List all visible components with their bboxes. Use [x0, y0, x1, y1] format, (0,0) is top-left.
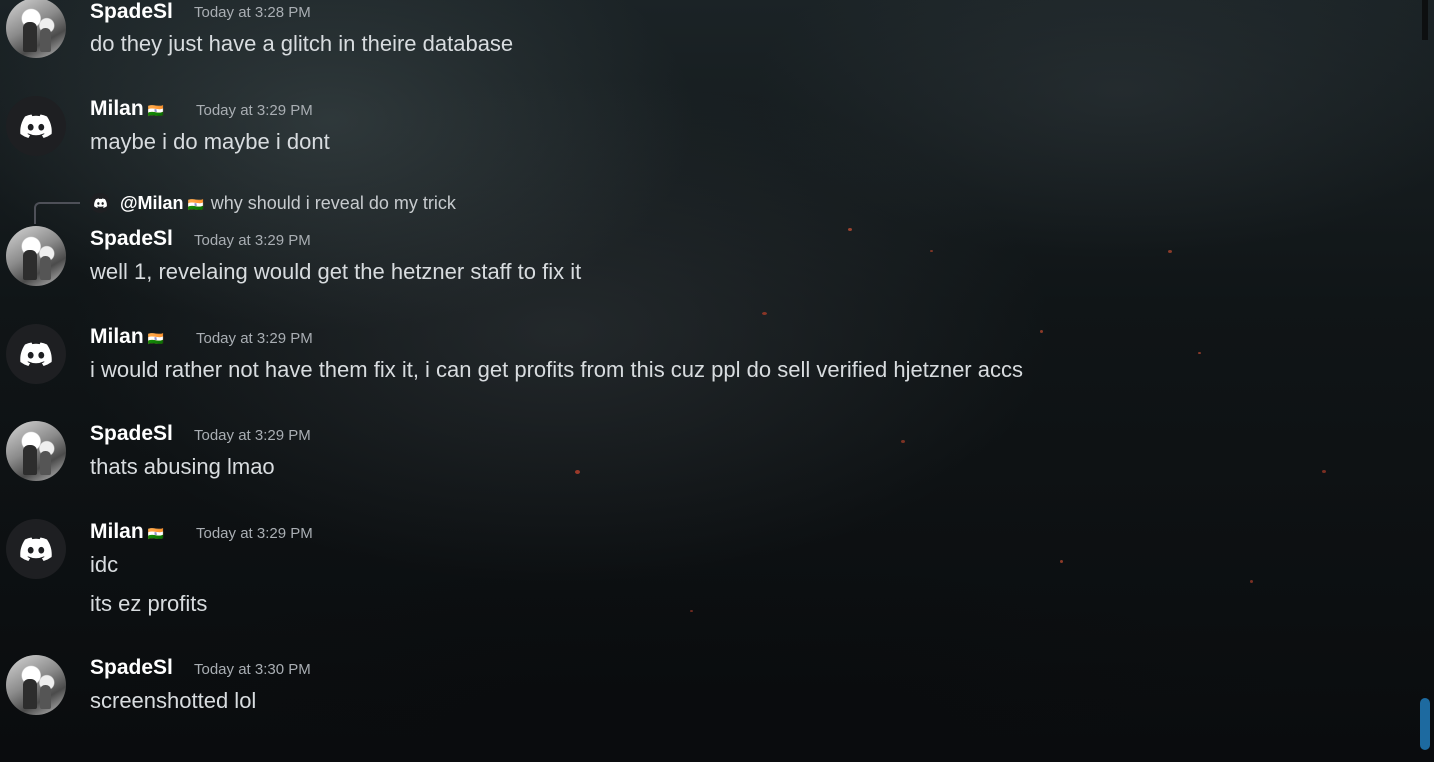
reply-text: why should i reveal do my trick [210, 192, 456, 213]
reply-mention[interactable]: @Milan 🇮🇳 [120, 193, 205, 214]
avatar[interactable] [6, 226, 66, 286]
avatar[interactable] [6, 655, 66, 715]
timestamp: Today at 3:28 PM [194, 4, 311, 21]
scrollbar-thumb[interactable] [1420, 698, 1430, 750]
flag-icon: 🇮🇳 [147, 103, 165, 118]
timestamp: Today at 3:29 PM [196, 102, 313, 119]
message-text: well 1, revelaing would get the hetzner … [90, 259, 582, 284]
flag-icon: 🇮🇳 [147, 526, 165, 541]
flag-icon: 🇮🇳 [147, 331, 165, 346]
avatar[interactable] [6, 324, 66, 384]
message-text: idc [90, 552, 119, 577]
username[interactable]: Milan 🇮🇳 [90, 97, 165, 121]
reply-connector [34, 202, 80, 224]
message-text: screenshotted lol [90, 688, 257, 713]
timestamp: Today at 3:29 PM [194, 427, 311, 444]
timestamp: Today at 3:29 PM [196, 330, 313, 347]
discord-icon [90, 193, 110, 213]
message-text: maybe i do maybe i dont [90, 129, 330, 154]
discord-icon [20, 114, 52, 138]
username[interactable]: SpadeSl [90, 656, 173, 680]
avatar[interactable] [6, 96, 66, 156]
reply-preview[interactable]: @Milan 🇮🇳 why should i reveal do my trick [90, 192, 456, 214]
timestamp: Today at 3:29 PM [194, 232, 311, 249]
scrollbar-track [1422, 0, 1428, 40]
username[interactable]: SpadeSl [90, 422, 173, 446]
flag-icon: 🇮🇳 [187, 196, 205, 212]
message-text: do they just have a glitch in theire dat… [90, 31, 514, 56]
avatar[interactable] [6, 421, 66, 481]
timestamp: Today at 3:30 PM [194, 661, 311, 678]
message-text: thats abusing lmao [90, 454, 275, 479]
username[interactable]: SpadeSl [90, 0, 173, 24]
username[interactable]: Milan 🇮🇳 [90, 520, 165, 544]
message-text: its ez profits [90, 591, 208, 616]
username[interactable]: Milan 🇮🇳 [90, 325, 165, 349]
discord-icon [20, 342, 52, 366]
timestamp: Today at 3:29 PM [196, 525, 313, 542]
username[interactable]: SpadeSl [90, 227, 173, 251]
avatar[interactable] [6, 519, 66, 579]
message-text: i would rather not have them fix it, i c… [90, 357, 1023, 382]
discord-icon [20, 537, 52, 561]
avatar[interactable] [6, 0, 66, 58]
